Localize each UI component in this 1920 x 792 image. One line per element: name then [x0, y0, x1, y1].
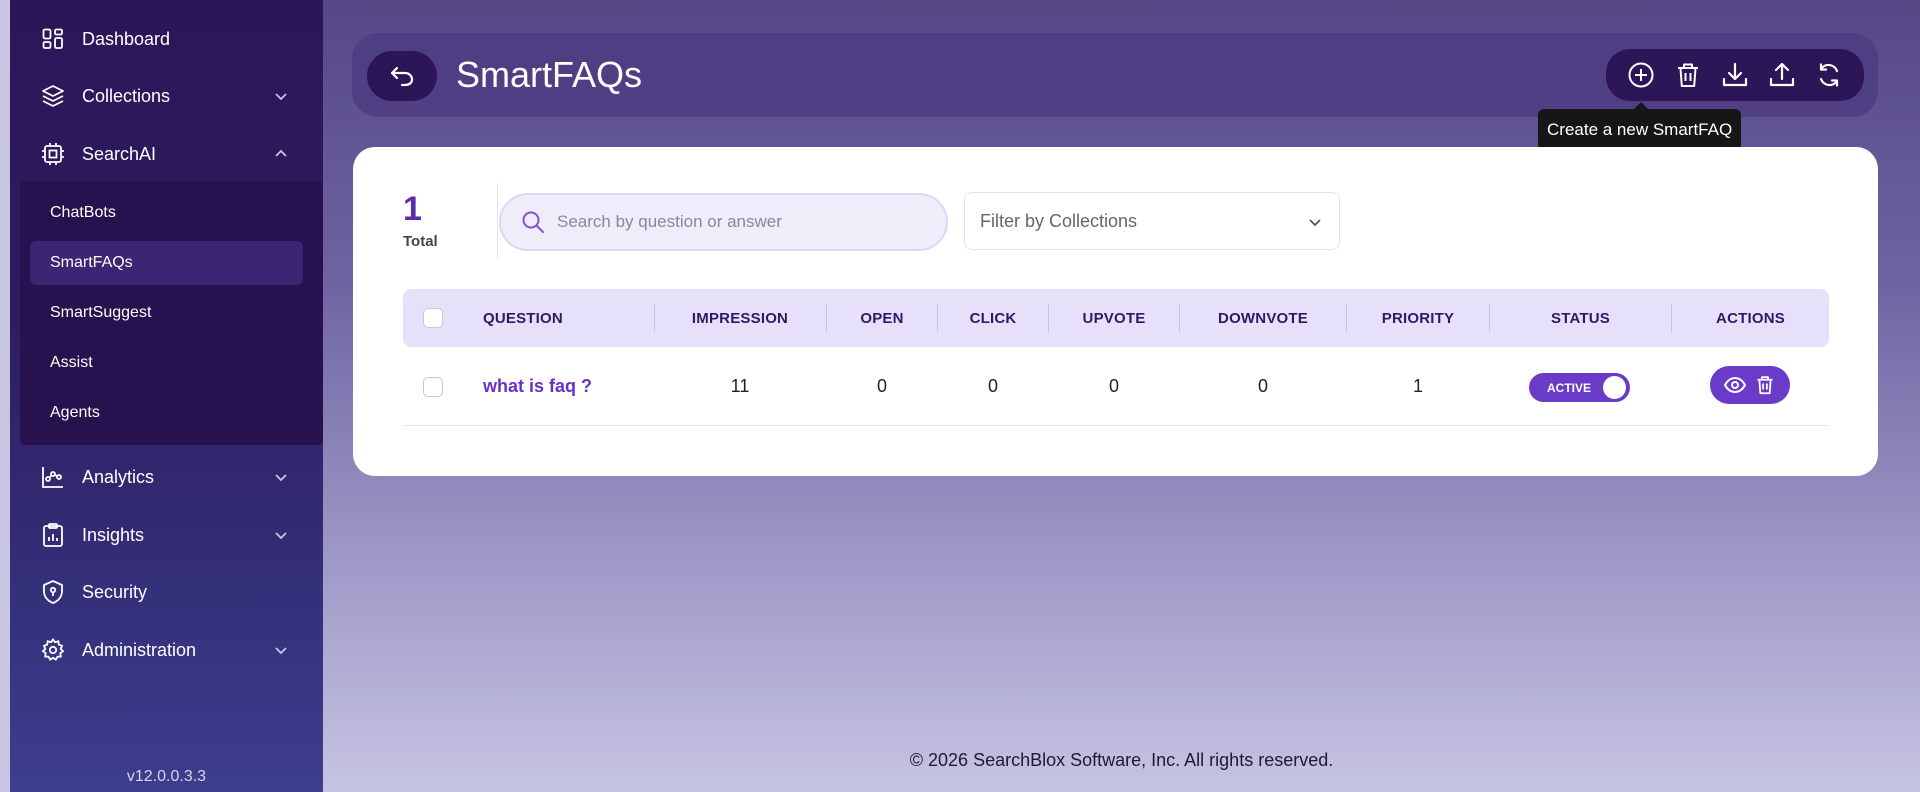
upload-icon [1769, 62, 1794, 87]
download-button[interactable] [1719, 59, 1751, 91]
chevron-down-icon [275, 647, 287, 655]
sidebar-item-analytics[interactable]: Analytics [40, 457, 303, 497]
version-label: v12.0.0.3.3 [126, 768, 207, 785]
chevron-down-icon [275, 474, 287, 482]
add-circle-icon [1628, 62, 1654, 88]
chevron-down-icon [275, 93, 287, 101]
total-count: 1 [403, 190, 422, 228]
sidebar-subitem-smartsuggest[interactable]: SmartSuggest [30, 291, 303, 335]
sidebar-item-searchai[interactable]: SearchAI [40, 134, 303, 174]
sidebar-item-label: Security [82, 581, 148, 602]
sidebar: Dashboard Collections SearchAI ChatBots … [0, 0, 323, 792]
impression-cell: 11 [730, 376, 750, 396]
sidebar-item-label: Dashboard [82, 28, 171, 49]
sidebar-item-security[interactable]: Security [40, 572, 303, 612]
col-impression[interactable]: IMPRESSION [655, 289, 825, 347]
search-box [499, 193, 948, 251]
sidebar-item-label: Administration [82, 639, 197, 660]
total-label: Total [403, 233, 438, 250]
searchai-submenu: ChatBots SmartFAQs SmartSuggest Assist A… [20, 181, 323, 445]
smartfaq-card: 1 Total Filter by Collections QUESTION I… [353, 147, 1878, 476]
search-input[interactable] [557, 212, 917, 232]
layers-icon [40, 83, 66, 109]
col-actions: ACTIONS [1716, 309, 1785, 327]
col-status[interactable]: STATUS [1490, 289, 1671, 347]
table-header: QUESTION IMPRESSION OPEN CLICK UPVOTE DO… [403, 289, 1829, 347]
chevron-down-icon [275, 532, 287, 540]
upload-button[interactable] [1766, 59, 1798, 91]
trash-icon [1678, 63, 1699, 87]
row-checkbox[interactable] [423, 377, 443, 397]
page-header: SmartFAQs [352, 33, 1878, 117]
sidebar-item-label: Analytics [82, 466, 155, 487]
analytics-icon [40, 464, 66, 490]
downvote-cell: 0 [1257, 376, 1268, 396]
table-row: what is faq ? 11 0 0 0 0 1 ACTIVE [403, 347, 1829, 426]
sidebar-item-label: Collections [82, 85, 171, 106]
question-cell: what is faq ? [483, 347, 592, 426]
click-cell: 0 [987, 376, 998, 396]
sidebar-subitem-smartfaqs[interactable]: SmartFAQs [30, 241, 303, 285]
sidebar-item-insights[interactable]: Insights [40, 515, 303, 555]
status-toggle[interactable]: ACTIVE [1529, 373, 1630, 402]
col-upvote[interactable]: UPVOTE [1049, 289, 1179, 347]
total-summary: 1 Total [403, 187, 438, 250]
sidebar-subitem-chatbots[interactable]: ChatBots [30, 191, 303, 235]
back-arrow-icon [390, 66, 414, 87]
dashboard-icon [40, 26, 66, 52]
question-link[interactable]: what is faq ? [483, 376, 592, 397]
delete-row-button[interactable] [1754, 374, 1776, 396]
sidebar-item-administration[interactable]: Administration [40, 630, 303, 670]
filter-placeholder: Filter by Collections [980, 210, 1138, 231]
main-content: SmartFAQs Create a new SmartFAQ 1 Total … [323, 0, 1920, 792]
status-label: ACTIVE [1547, 381, 1592, 395]
eye-icon [1724, 377, 1746, 393]
col-click[interactable]: CLICK [938, 289, 1048, 347]
sidebar-item-label: SearchAI [82, 143, 157, 164]
header-toolbar [1606, 49, 1864, 101]
delete-all-button[interactable] [1672, 59, 1704, 91]
refresh-icon [1819, 63, 1838, 87]
gear-icon [40, 637, 66, 663]
trash-icon [1757, 376, 1773, 395]
sidebar-subitem-agents[interactable]: Agents [30, 391, 303, 435]
toggle-knob [1603, 376, 1626, 399]
sidebar-subitem-assist[interactable]: Assist [30, 341, 303, 385]
select-all-checkbox[interactable] [423, 308, 443, 328]
download-icon [1722, 62, 1748, 87]
col-question[interactable]: QUESTION [483, 289, 563, 347]
col-downvote[interactable]: DOWNVOTE [1180, 289, 1346, 347]
refresh-button[interactable] [1813, 59, 1845, 91]
create-faq-button[interactable] [1625, 59, 1657, 91]
chevron-up-icon [275, 149, 287, 157]
sidebar-item-dashboard[interactable]: Dashboard [40, 19, 303, 59]
sidebar-item-collections[interactable]: Collections [40, 76, 303, 116]
search-icon [522, 211, 544, 233]
col-open[interactable]: OPEN [827, 289, 937, 347]
open-cell: 0 [876, 376, 887, 396]
clipboard-icon [40, 522, 66, 548]
create-faq-tooltip: Create a new SmartFAQ [1538, 102, 1742, 151]
back-button[interactable] [367, 51, 437, 101]
upvote-cell: 0 [1108, 376, 1119, 396]
collections-filter-select[interactable]: Filter by Collections [964, 192, 1340, 250]
sidebar-item-label: Insights [82, 524, 145, 545]
col-priority[interactable]: PRIORITY [1347, 289, 1489, 347]
priority-cell: 1 [1412, 376, 1423, 396]
chevron-down-icon [1309, 219, 1321, 227]
shield-icon [40, 579, 66, 605]
page-title: SmartFAQs [456, 54, 643, 95]
footer-copyright: © 2026 SearchBlox Software, Inc. All rig… [909, 750, 1334, 770]
row-actions [1710, 366, 1790, 404]
chip-icon [40, 141, 66, 167]
divider [497, 183, 498, 258]
view-button[interactable] [1724, 374, 1746, 396]
